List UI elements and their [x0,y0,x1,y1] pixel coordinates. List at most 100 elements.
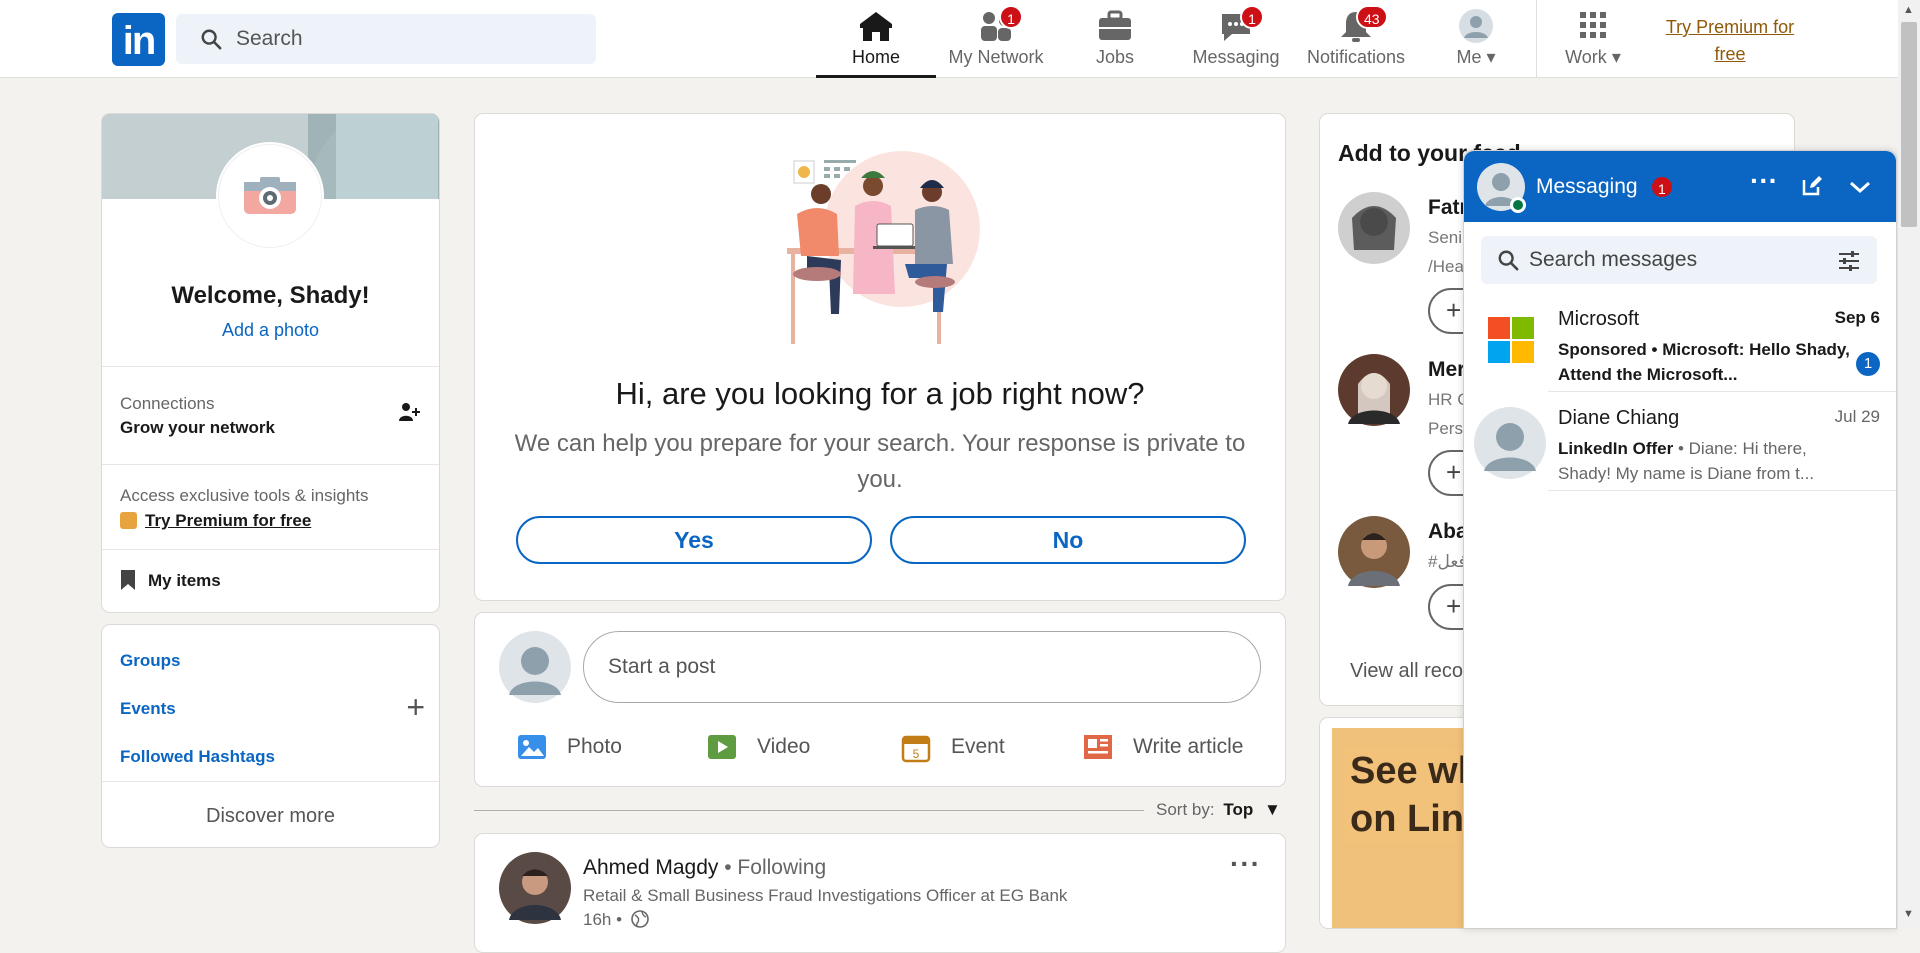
nav-home[interactable]: Home [816,0,936,78]
sort-by-control[interactable]: Sort by: Top ▼ [1156,800,1281,820]
nav-label: My Network [948,47,1044,67]
followed-hashtags-link[interactable]: Followed Hashtags [120,747,275,767]
nav-label: Home [851,47,900,67]
conversation-date: Jul 29 [1834,407,1880,426]
nav-notifications[interactable]: 43 Notifications [1296,0,1416,78]
nav-my-network[interactable]: 1 My Network [936,0,1056,78]
sort-label: Sort by: [1156,800,1215,819]
community-card: Groups Events + Followed Hashtags Discov… [101,624,440,848]
suggestion-avatar[interactable] [1338,192,1410,264]
chevron-down-icon: ▾ [1611,47,1621,67]
nav-badge: 1 [1240,5,1264,29]
nav-work[interactable]: Work ▾ [1533,0,1653,78]
home-icon [860,12,892,41]
conversation-tag: LinkedIn Offer [1558,439,1674,458]
search-icon [1498,250,1519,271]
video-icon [708,735,736,759]
messaging-unread-badge: 1 [1650,175,1674,199]
conversation-preview-row: LinkedIn Offer • Diane: Hi there, Shady!… [1558,439,1815,483]
avatar-icon [1459,9,1493,43]
premium-square-icon [120,512,137,529]
try-premium-link[interactable]: Try Premium for free [1650,14,1810,68]
nav-me-label-row: Me ▾ [1416,47,1536,68]
post-more-icon[interactable]: ··· [1230,848,1261,880]
messages-search-input[interactable] [1527,236,1827,284]
compose-icon[interactable] [1800,174,1824,198]
microsoft-logo [1488,317,1534,363]
user-avatar[interactable] [499,631,571,703]
globe-icon [630,910,649,928]
feed-post: Ahmed Magdy • Following Retail & Small B… [474,833,1286,953]
suggestion-headline: Seni [1428,228,1463,247]
contact-avatar [1474,407,1546,479]
profile-card: Welcome, Shady! Add a photo Connections … [101,113,440,613]
discover-more-button[interactable]: Discover more [102,805,439,828]
nav-messaging[interactable]: 1 Messaging [1176,0,1296,78]
conversation-name: Diane Chiang [1558,407,1680,429]
grid-icon [1580,12,1606,38]
suggestion-name[interactable]: Aba [1428,520,1468,544]
filter-icon[interactable] [1837,249,1861,273]
profile-photo-placeholder[interactable] [216,142,324,250]
my-items-row[interactable]: My items [120,569,221,591]
post-author-headline: Retail & Small Business Fraud Investigat… [583,886,1068,905]
event-label: Event [951,735,1005,758]
nav-label: Notifications [1306,47,1406,67]
groups-link[interactable]: Groups [120,651,180,671]
linkedin-logo[interactable]: in [112,13,165,66]
suggestion-name[interactable]: Fatr [1428,196,1468,220]
chevron-down-icon[interactable] [1848,175,1872,199]
messages-search[interactable] [1481,236,1877,284]
nav-label: Work [1565,47,1607,67]
more-options-icon[interactable]: ··· [1750,165,1778,197]
nav-badge: 43 [1356,5,1388,29]
author-avatar[interactable] [499,852,571,924]
conversation-name: Microsoft [1558,308,1640,330]
suggestion-name[interactable]: Mer [1428,358,1465,382]
grow-network-label: Grow your network [120,418,275,437]
sort-value: Top [1223,800,1254,819]
premium-teaser[interactable]: Access exclusive tools & insights Try Pr… [120,486,439,531]
scroll-up-arrow[interactable]: ▲ [1903,4,1914,16]
events-link[interactable]: Events [120,699,176,719]
messaging-title: Messaging [1536,175,1638,198]
post-author-row: Ahmed Magdy • Following [583,856,826,880]
briefcase-icon [1099,10,1131,40]
calendar-icon: 5 [901,735,931,763]
scroll-down-arrow[interactable]: ▼ [1903,908,1914,920]
bookmark-icon [121,570,135,590]
online-status-dot [1510,197,1526,213]
nav-me[interactable]: Me ▾ [1416,0,1536,78]
job-prompt-title: Hi, are you looking for a job right now? [615,376,1145,411]
connections-row[interactable]: Connections Grow your network [120,394,439,444]
photo-label: Photo [567,735,622,758]
page-scrollbar[interactable]: ▲ ▼ [1898,0,1920,929]
view-all-recommendations-link[interactable]: View all reco [1350,660,1463,683]
start-post-input[interactable]: Start a post [583,631,1261,703]
add-event-icon[interactable]: + [406,689,425,726]
post-author-name[interactable]: Ahmed Magdy [583,856,718,879]
suggestion-avatar[interactable] [1338,354,1410,426]
search-input[interactable] [234,14,584,64]
add-photo-link[interactable]: Add a photo [102,320,439,341]
nav-jobs[interactable]: Jobs [1055,0,1175,78]
unread-count-badge: 1 [1856,352,1880,376]
conversation-tag: Sponsored [1558,340,1647,359]
following-label: • Following [724,856,827,879]
try-premium-card-link[interactable]: Try Premium for free [145,511,311,530]
svg-text:5: 5 [913,747,920,761]
job-yes-button[interactable]: Yes [516,516,872,564]
job-no-button[interactable]: No [890,516,1246,564]
scrollbar-thumb[interactable] [1901,22,1917,227]
messaging-header[interactable]: Messaging 1 ··· [1464,151,1896,222]
suggestion-avatar[interactable] [1338,516,1410,588]
conversation-item[interactable]: Microsoft Sep 6 Sponsored • Microsoft: H… [1464,294,1896,392]
messaging-panel: Messaging 1 ··· Microsoft Sep 6 Sponsore… [1463,150,1897,929]
top-nav-bar: in Home 1 My Network Jobs 1 Messaging 43… [0,0,1898,78]
conversation-date: Sep 6 [1834,308,1880,327]
conversation-preview-row: Sponsored • Microsoft: Hello Shady, Atte… [1558,340,1850,384]
post-time: 16h • [583,910,623,929]
conversation-item[interactable]: Diane Chiang Jul 29 LinkedIn Offer • Dia… [1464,393,1896,491]
global-search[interactable] [176,14,596,64]
post-composer-card: Start a post Photo Video 5 Event Write a… [474,612,1286,787]
